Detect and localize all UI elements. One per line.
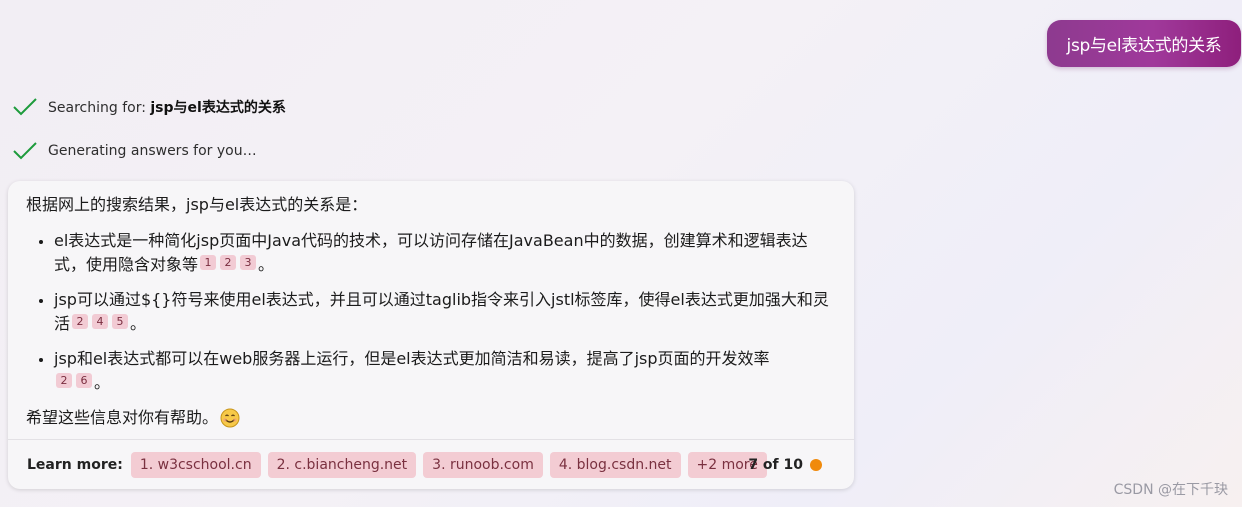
status-prefix: Searching for: (48, 100, 151, 116)
citation-badge[interactable]: 1 (200, 255, 217, 270)
response-counter: 7 of 10 (748, 451, 822, 479)
user-message-text: jsp与el表达式的关系 (1066, 36, 1222, 56)
user-message-bubble: jsp与el表达式的关系 (1047, 20, 1241, 67)
answer-bullet-list: el表达式是一种简化jsp页面中Java代码的技术，可以访问存储在JavaBea… (26, 229, 834, 395)
source-link[interactable]: 1. w3cschool.cn (130, 452, 261, 478)
citation-badge[interactable]: 5 (112, 314, 129, 329)
citation-badge[interactable]: 2 (220, 255, 237, 270)
card-divider (8, 439, 854, 440)
smiley-emoji-icon (220, 408, 240, 428)
answer-bullet: jsp和el表达式都可以在web服务器上运行，但是el表达式更加简洁和易读，提高… (54, 347, 834, 395)
answer-bullet: el表达式是一种简化jsp页面中Java代码的技术，可以访问存储在JavaBea… (54, 229, 834, 277)
bullet-end: 。 (94, 373, 111, 392)
answer-intro: 根据网上的搜索结果，jsp与el表达式的关系是： (26, 195, 368, 214)
learn-more-row: Learn more: 1. w3cschool.cn 2. c.bianche… (27, 451, 838, 479)
citation-badge[interactable]: 2 (72, 314, 89, 329)
citation-badge[interactable]: 3 (240, 255, 257, 270)
citation-badge[interactable]: 6 (76, 373, 92, 388)
status-generating-text: Generating answers for you… (48, 143, 257, 159)
answer-bullet: jsp可以通过${}符号来使用el表达式，并且可以通过taglib指令来引入js… (54, 288, 834, 336)
source-link[interactable]: 4. blog.csdn.net (549, 452, 681, 478)
citation-badge[interactable]: 4 (92, 314, 109, 329)
source-link[interactable]: 2. c.biancheng.net (267, 452, 417, 478)
closing-text: 希望这些信息对你有帮助。 (26, 408, 219, 427)
search-query: jsp与el表达式的关系 (150, 100, 286, 116)
learn-more-label: Learn more: (27, 457, 123, 473)
status-searching: Searching for: jsp与el表达式的关系 (12, 96, 286, 118)
bullet-end: 。 (258, 255, 275, 274)
answer-body: 根据网上的搜索结果，jsp与el表达式的关系是： el表达式是一种简化jsp页面… (26, 193, 834, 430)
bullet-text: jsp可以通过${}符号来使用el表达式，并且可以通过taglib指令来引入js… (54, 290, 829, 333)
check-icon (13, 98, 37, 116)
check-icon (13, 142, 37, 160)
status-generating: Generating answers for you… (12, 140, 257, 162)
watermark: CSDN @在下千玦 (1113, 482, 1228, 498)
answer-card: 根据网上的搜索结果，jsp与el表达式的关系是： el表达式是一种简化jsp页面… (8, 181, 854, 489)
answer-closing: 希望这些信息对你有帮助。 (26, 406, 834, 430)
status-searching-text: Searching for: jsp与el表达式的关系 (48, 97, 286, 117)
source-link[interactable]: 3. runoob.com (423, 452, 543, 478)
citation-badge[interactable]: 2 (56, 373, 72, 388)
bullet-text: el表达式是一种简化jsp页面中Java代码的技术，可以访问存储在JavaBea… (54, 231, 808, 274)
bullet-text: jsp和el表达式都可以在web服务器上运行，但是el表达式更加简洁和易读，提高… (54, 349, 770, 368)
response-count-text: 7 of 10 (748, 457, 803, 473)
bullet-end: 。 (130, 314, 147, 333)
status-dot-icon (810, 459, 822, 471)
